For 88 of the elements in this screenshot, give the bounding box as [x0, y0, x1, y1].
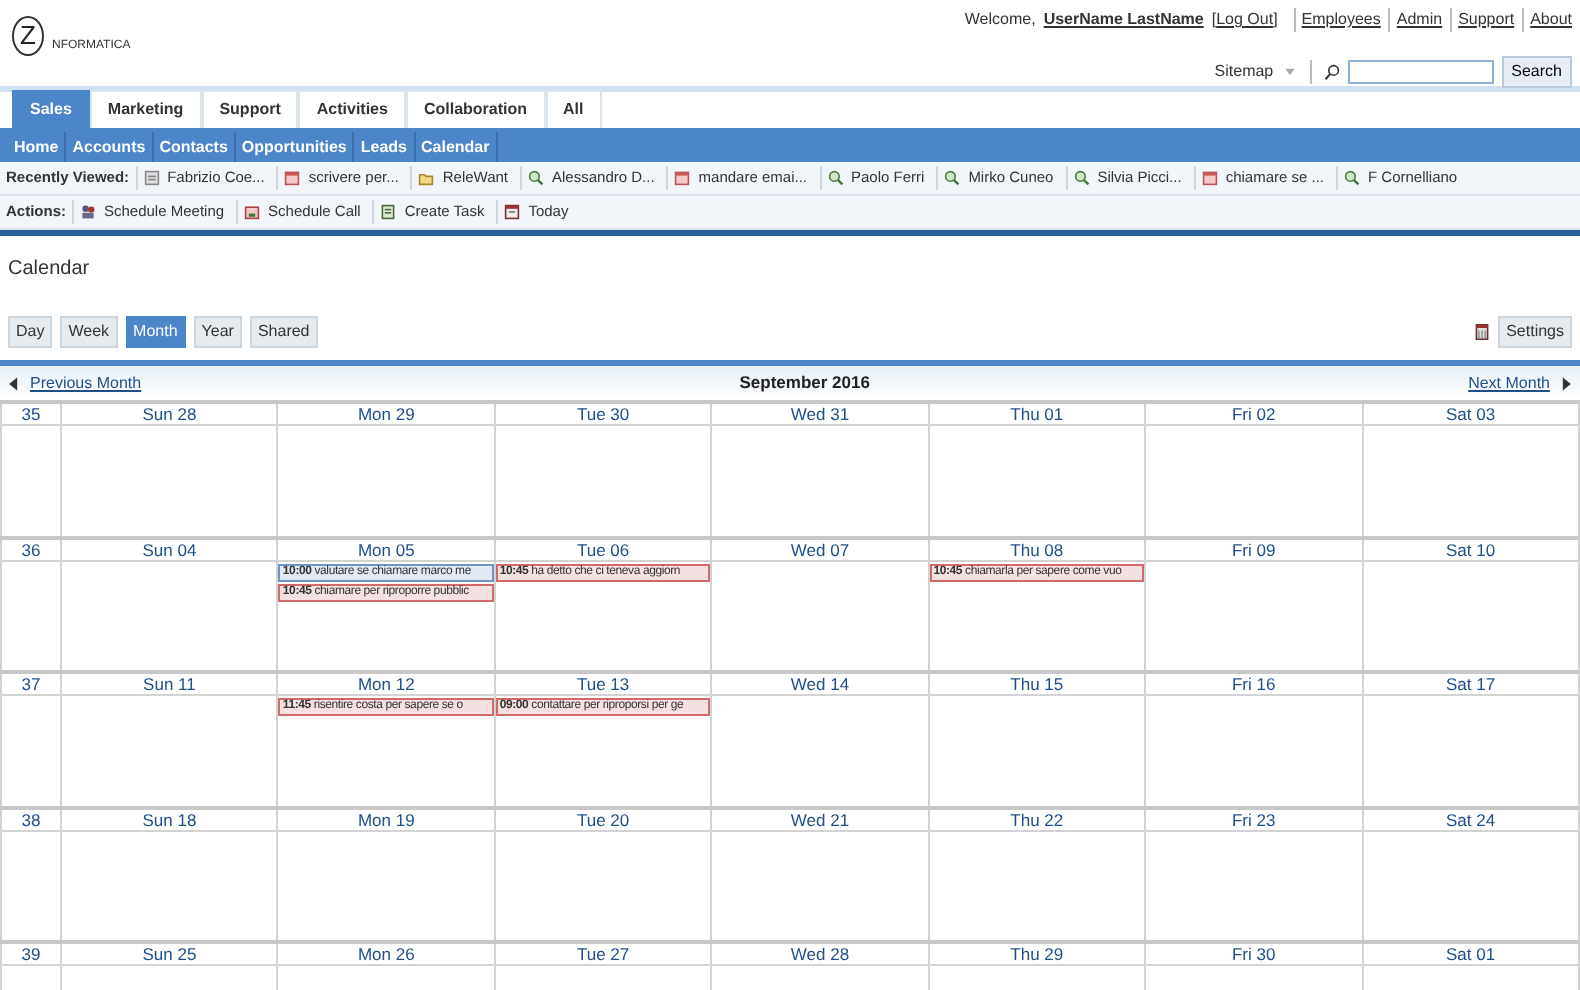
day-header[interactable]: Wed 31: [711, 402, 929, 425]
view-tab[interactable]: Day: [8, 316, 53, 348]
header-link[interactable]: Employees: [1293, 8, 1381, 32]
document-icon: [143, 170, 160, 186]
sitemap-link[interactable]: Sitemap: [1214, 60, 1274, 84]
search-icon: [1323, 64, 1340, 80]
search-field[interactable]: [1347, 60, 1494, 84]
day-header[interactable]: Tue 27: [494, 942, 712, 965]
nav-tab[interactable]: Support: [201, 90, 299, 128]
day-header[interactable]: Thu 01: [928, 402, 1146, 425]
logo-mark: Z: [12, 16, 44, 56]
month-title: September 2016: [739, 370, 870, 396]
day-header[interactable]: Fri 30: [1145, 942, 1363, 965]
day-header[interactable]: Tue 06: [494, 537, 712, 560]
view-tab[interactable]: Week: [60, 316, 118, 348]
nav-tab[interactable]: Collaboration: [405, 90, 546, 128]
view-tab[interactable]: Month: [125, 316, 186, 348]
day-header[interactable]: Thu 22: [928, 807, 1146, 830]
day-header[interactable]: Wed 14: [711, 672, 929, 695]
bracket-text: ]: [1273, 8, 1278, 32]
week-number: 39: [1, 942, 61, 965]
magnifier-person-icon: [827, 170, 843, 186]
settings-button[interactable]: Settings: [1498, 316, 1572, 348]
day-header[interactable]: Sat 24: [1362, 807, 1579, 830]
day-header[interactable]: Sat 17: [1362, 672, 1579, 695]
day-header[interactable]: Sat 01: [1362, 942, 1579, 965]
day-header[interactable]: Mon 05: [277, 537, 495, 560]
magnifier-person-icon: [528, 170, 545, 186]
nav-tab[interactable]: All: [545, 90, 602, 128]
user-name-link[interactable]: UserName LastName: [1043, 8, 1204, 32]
nav-tab[interactable]: Marketing: [89, 90, 202, 128]
next-month-link[interactable]: Next Month: [1468, 371, 1550, 395]
day-header[interactable]: Tue 20: [494, 807, 712, 830]
day-header[interactable]: Wed 28: [711, 942, 929, 965]
calendar-icon: [504, 204, 521, 220]
nav-tab[interactable]: Activities: [298, 90, 406, 128]
day-header[interactable]: Sat 03: [1362, 402, 1579, 425]
calendar-icon: [674, 170, 691, 186]
week-number: 37: [1, 672, 61, 695]
caret-icon: [1281, 64, 1298, 80]
search-button[interactable]: Search: [1501, 56, 1572, 88]
day-header[interactable]: Wed 07: [711, 537, 929, 560]
bracket-text: [: [1211, 8, 1217, 32]
calendar-icon: [284, 170, 301, 186]
phone-calendar-icon: [244, 204, 261, 220]
day-header[interactable]: Sun 25: [61, 942, 278, 965]
calendar-icon: [1474, 324, 1491, 340]
view-tab[interactable]: Year: [193, 316, 242, 348]
day-header[interactable]: Sun 18: [61, 807, 278, 830]
logout-link[interactable]: Log Out: [1216, 8, 1274, 32]
folder-icon: [418, 170, 435, 186]
caret-right-icon: [1557, 375, 1574, 391]
day-header[interactable]: Tue 13: [494, 672, 712, 695]
day-header[interactable]: Thu 29: [928, 942, 1146, 965]
day-header[interactable]: Fri 16: [1145, 672, 1363, 695]
magnifier-person-icon: [1344, 170, 1360, 186]
view-tab[interactable]: Shared: [249, 316, 318, 348]
day-header[interactable]: Thu 08: [928, 537, 1146, 560]
people-icon: [80, 204, 96, 220]
day-header[interactable]: Fri 23: [1145, 807, 1363, 830]
header-link[interactable]: Support: [1450, 8, 1515, 32]
day-header[interactable]: Mon 19: [277, 807, 495, 830]
day-header[interactable]: Sun 11: [61, 672, 278, 695]
day-header[interactable]: Sun 04: [61, 537, 278, 560]
magnifier-person-icon: [944, 170, 961, 186]
nav-tab[interactable]: Sales: [12, 90, 90, 128]
day-header[interactable]: Sun 28: [61, 402, 278, 425]
day-header[interactable]: Mon 26: [277, 942, 495, 965]
day-header[interactable]: Wed 21: [711, 807, 929, 830]
page-title: Calendar: [6, 256, 92, 284]
welcome-text: Welcome,: [964, 8, 1036, 32]
day-header[interactable]: Tue 30: [494, 402, 712, 425]
caret-left-icon: [6, 375, 22, 391]
header-link[interactable]: About: [1522, 8, 1572, 32]
day-header[interactable]: Thu 15: [928, 672, 1146, 695]
week-number: 35: [1, 402, 61, 425]
task-list-icon: [380, 204, 397, 220]
previous-month-link[interactable]: Previous Month: [30, 371, 142, 395]
day-header[interactable]: Sat 10: [1362, 537, 1579, 560]
week-number: 38: [1, 807, 61, 830]
day-header[interactable]: Fri 02: [1145, 402, 1363, 425]
week-number: 36: [1, 537, 61, 560]
day-header[interactable]: Mon 29: [277, 402, 495, 425]
magnifier-person-icon: [1073, 170, 1090, 186]
calendar-icon: [1201, 170, 1218, 186]
day-header[interactable]: Fri 09: [1145, 537, 1363, 560]
day-header[interactable]: Mon 12: [277, 672, 495, 695]
header-link[interactable]: Admin: [1388, 8, 1443, 32]
